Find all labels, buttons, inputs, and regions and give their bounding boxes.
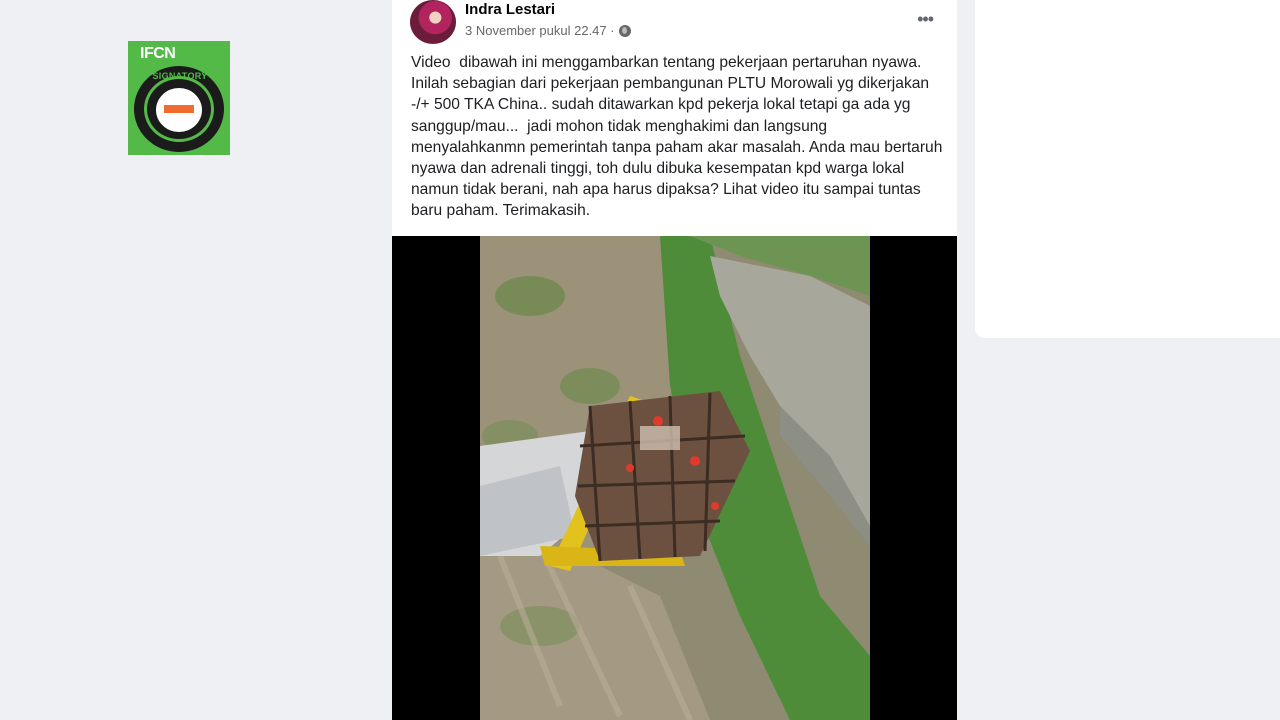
- facebook-post: Indra Lestari 3 November pukul 22.47 · •…: [392, 0, 957, 720]
- post-text: Video dibawah ini menggambarkan tentang …: [411, 54, 947, 220]
- post-author[interactable]: Indra Lestari: [465, 1, 555, 18]
- badge-member-label: [164, 105, 194, 113]
- video-still-image: [480, 236, 870, 720]
- post-meta: 3 November pukul 22.47 ·: [465, 23, 631, 38]
- post-timestamp[interactable]: 3 November pukul 22.47 ·: [465, 23, 615, 38]
- badge-signatory-text: SIGNATORY: [152, 71, 208, 81]
- avatar[interactable]: [410, 0, 456, 44]
- more-options-icon[interactable]: •••: [917, 10, 934, 28]
- post-video[interactable]: [392, 236, 957, 720]
- right-sidebar-panel: [975, 0, 1280, 338]
- ifcn-logo-text: IFCN: [140, 45, 176, 62]
- globe-icon: [618, 24, 631, 37]
- video-frame[interactable]: [480, 236, 870, 720]
- ifcn-signatory-badge: IFCN SIGNATORY: [128, 41, 230, 155]
